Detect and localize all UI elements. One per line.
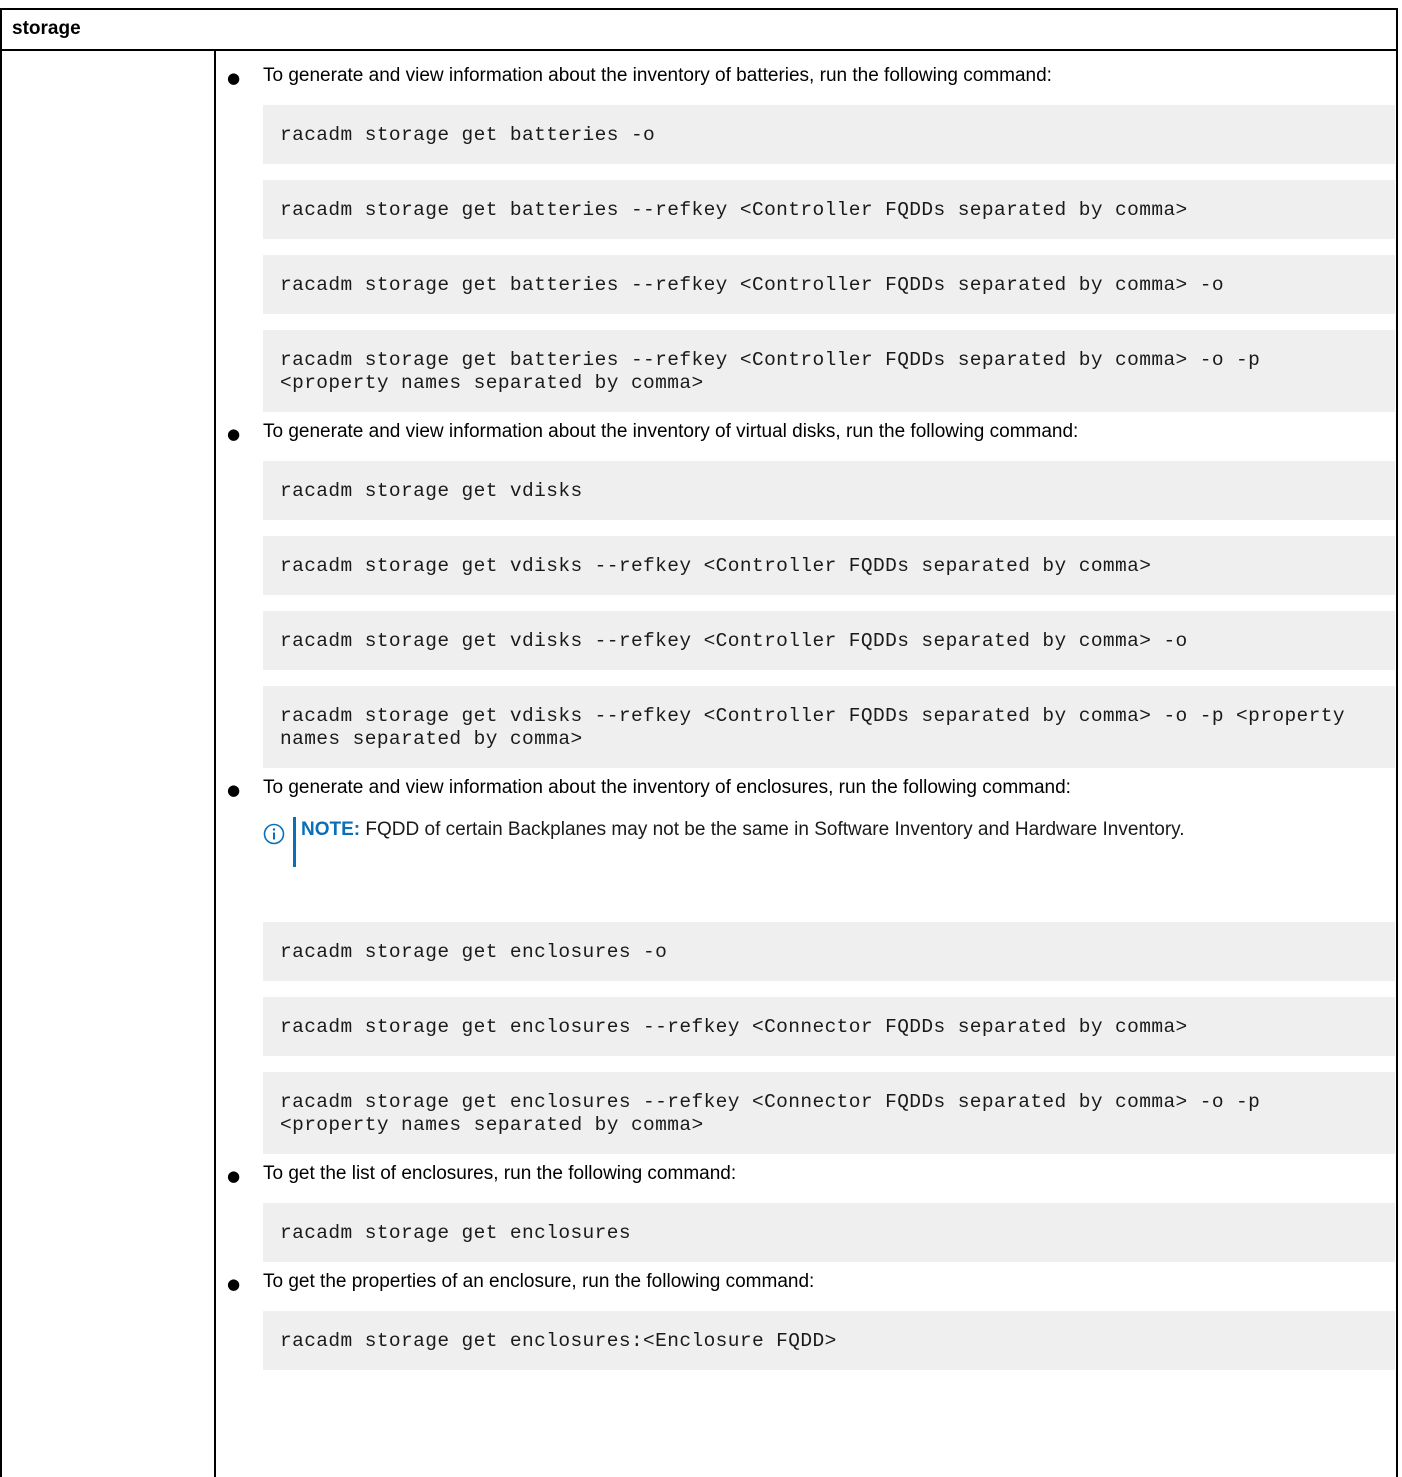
code-block: racadm storage get batteries --refkey <C… [263,330,1395,412]
code-block: racadm storage get batteries -o [263,105,1395,164]
bullet-icon: ● [227,425,241,443]
code-block: racadm storage get enclosures:<Enclosure… [263,1311,1395,1370]
code-block: racadm storage get enclosures [263,1203,1395,1262]
table-right-border [1396,8,1398,1477]
bullet-icon: ● [227,781,241,799]
list-item: ● To generate and view information about… [217,776,1395,1154]
list-item: ● To generate and view information about… [217,64,1395,412]
document-table: storage ● To generate and view informati… [0,0,1402,1477]
header-bottom-border [0,49,1398,51]
list-item: ● To get the properties of an enclosure,… [217,1270,1395,1370]
code-block: racadm storage get vdisks --refkey <Cont… [263,686,1395,768]
list-item: ● To get the list of enclosures, run the… [217,1162,1395,1262]
section-title: storage [12,18,81,39]
list-item-text: To get the list of enclosures, run the f… [263,1163,737,1184]
bullet-icon: ● [227,1275,241,1293]
code-block: racadm storage get enclosures --refkey <… [263,1072,1395,1154]
note-label: NOTE: [301,819,361,840]
command-list: ● To generate and view information about… [217,62,1395,1370]
note-accent-bar [293,817,296,867]
code-block: racadm storage get vdisks --refkey <Cont… [263,536,1395,595]
info-icon [263,823,285,845]
column-divider [214,49,216,1477]
code-block: racadm storage get enclosures --refkey <… [263,997,1395,1056]
note-callout: NOTE: FQDD of certain Backplanes may not… [263,817,1395,867]
table-left-border [0,8,2,1477]
list-item-text: To generate and view information about t… [263,421,1079,442]
note-text: NOTE: FQDD of certain Backplanes may not… [301,817,1395,842]
list-item-text: To get the properties of an enclosure, r… [263,1271,815,1292]
code-block: racadm storage get batteries --refkey <C… [263,180,1395,239]
bullet-icon: ● [227,1167,241,1185]
code-block: racadm storage get enclosures -o [263,922,1395,981]
bullet-icon: ● [227,69,241,87]
code-block: racadm storage get batteries --refkey <C… [263,255,1395,314]
list-item-text: To generate and view information about t… [263,777,1071,798]
code-block: racadm storage get vdisks --refkey <Cont… [263,611,1395,670]
table-top-border [0,8,1398,10]
code-block: racadm storage get vdisks [263,461,1395,520]
list-item-text: To generate and view information about t… [263,65,1052,86]
note-body: FQDD of certain Backplanes may not be th… [365,819,1185,840]
list-item: ● To generate and view information about… [217,420,1395,768]
